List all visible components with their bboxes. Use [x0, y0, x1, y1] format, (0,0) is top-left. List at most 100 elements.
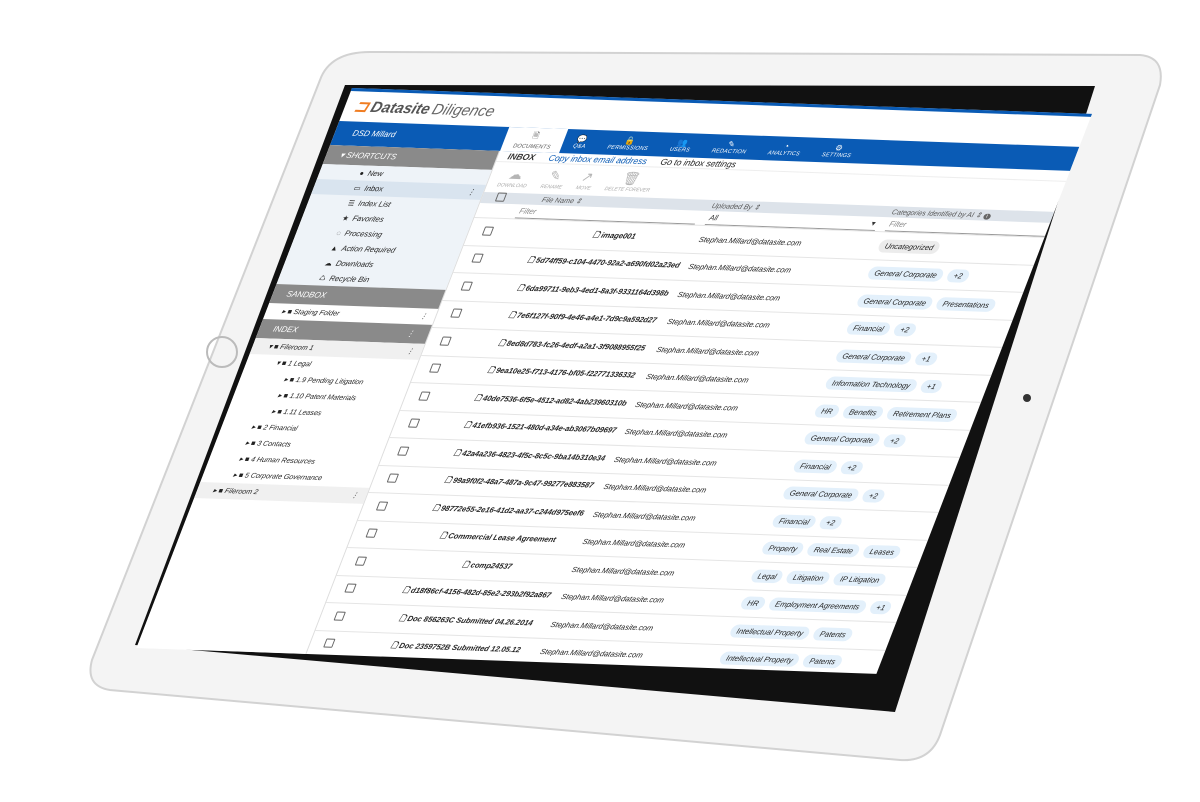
- uploaded-by: Stephan.Millard@datasite.com: [570, 564, 677, 578]
- row-checkbox[interactable]: [354, 556, 368, 566]
- file-name-cell[interactable]: 🗋 8ed8d783-fc26-4edf-a2a1-3f9088955f25: [464, 336, 659, 356]
- row-checkbox[interactable]: [481, 226, 495, 236]
- category-tag[interactable]: Intellectual Property: [728, 624, 812, 640]
- file-name-cell[interactable]: 🗋 Doc 2359752B Submitted 12.05.12: [348, 639, 543, 659]
- file-name-cell[interactable]: 🗋 5d74ff59-c104-4470-92a2-a690fd02a23ed: [496, 254, 691, 274]
- row-checkbox[interactable]: [386, 473, 399, 484]
- more-icon[interactable]: ⋮: [350, 491, 360, 499]
- more-icon[interactable]: ⋮: [405, 347, 415, 355]
- file-name-cell[interactable]: 🗋 6da99711-9eb3-4ed1-8a3f-9331164d398b: [485, 281, 680, 301]
- file-name[interactable]: 98772e55-2e16-41d2-aa37-c244d975eef6: [440, 503, 586, 517]
- tab-permissions[interactable]: 🔒 PERMISSIONS: [594, 130, 666, 156]
- category-tag[interactable]: IP Litigation: [831, 571, 888, 587]
- tab-settings[interactable]: ⚙ SETTINGS: [808, 138, 868, 164]
- file-name[interactable]: Doc 2359752B Submitted 12.05.12: [398, 641, 522, 654]
- row-checkbox[interactable]: [375, 501, 389, 511]
- category-tag[interactable]: Patents: [811, 626, 855, 642]
- category-tag[interactable]: +2: [838, 460, 865, 475]
- file-name[interactable]: 6da99711-9eb3-4ed1-8a3f-9331164d398b: [524, 283, 670, 297]
- file-name[interactable]: 5d74ff59-c104-4470-92a2-a690fd02a23ed: [534, 256, 681, 270]
- more-icon[interactable]: ⋮: [466, 187, 477, 196]
- delete-forever-button[interactable]: 🗑 DELETE FOREVER: [603, 170, 656, 194]
- category-tag[interactable]: General Corporate: [781, 486, 861, 503]
- select-cell: [393, 418, 437, 430]
- download-button[interactable]: ☁ DOWNLOAD: [496, 166, 534, 190]
- category-tag[interactable]: Benefits: [840, 405, 886, 420]
- file-name[interactable]: image001: [600, 230, 638, 240]
- category-tag[interactable]: Employment Agreements: [766, 597, 868, 614]
- category-tag[interactable]: Financial: [791, 459, 839, 474]
- select-all-checkbox[interactable]: [494, 192, 508, 202]
- category-tag[interactable]: Patents: [801, 654, 844, 669]
- move-button[interactable]: ↗ MOVE: [575, 169, 598, 191]
- row-checkbox[interactable]: [471, 253, 484, 264]
- category-tag[interactable]: General Corporate: [834, 349, 914, 365]
- row-checkbox[interactable]: [397, 446, 410, 456]
- rename-button[interactable]: ✎ RENAME: [539, 168, 569, 191]
- category-tag[interactable]: +2: [817, 515, 844, 530]
- category-tag[interactable]: Real Estate: [805, 543, 862, 558]
- file-name-cell[interactable]: 🗋 image001: [507, 226, 702, 246]
- category-tag[interactable]: Uncategorized: [876, 239, 943, 255]
- row-checkbox[interactable]: [460, 281, 474, 291]
- category-tag[interactable]: General Corporate: [855, 294, 935, 310]
- file-name-cell[interactable]: 🗋 99a9f0f2-48a7-487a-9c47-99277e883587: [411, 474, 606, 494]
- category-tag[interactable]: Legal: [749, 569, 785, 584]
- row-checkbox[interactable]: [322, 638, 336, 649]
- category-tag[interactable]: Intellectual Property: [717, 651, 802, 668]
- file-name-cell[interactable]: 🗋 9ea10e25-f713-4176-bf05-f22771336332: [454, 364, 649, 384]
- category-tag[interactable]: +2: [860, 489, 887, 504]
- category-tag[interactable]: +2: [881, 434, 908, 449]
- file-name-cell[interactable]: 🗋 41efb936-1521-480d-a34e-ab3067b09697: [433, 419, 628, 439]
- file-name-cell[interactable]: 🗋 40de7536-6f5e-4512-ad82-4ab23960310b: [443, 391, 638, 411]
- row-checkbox[interactable]: [428, 363, 442, 374]
- file-name-cell[interactable]: 🗋 Doc 856263C Submitted 04.26.2014: [358, 611, 553, 631]
- row-checkbox[interactable]: [365, 528, 378, 539]
- row-checkbox[interactable]: [439, 336, 452, 346]
- category-tag[interactable]: Litigation: [784, 570, 833, 585]
- category-tag[interactable]: HR: [813, 404, 841, 418]
- category-tag[interactable]: General Corporate: [866, 266, 946, 283]
- tab-analytics[interactable]: ◔ ANALYTICS: [754, 136, 817, 162]
- category-tag[interactable]: Leases: [861, 545, 903, 560]
- file-name-cell[interactable]: 🗋 d18f86cf-4156-482d-85e2-293b2f92a867: [369, 584, 564, 604]
- file-name[interactable]: 40de7536-6f5e-4512-ad82-4ab23960310b: [482, 393, 629, 407]
- category-tag[interactable]: Financial: [844, 321, 892, 337]
- file-name-cell[interactable]: 🗋 Commercial Lease Agreement: [390, 529, 585, 549]
- category-tag[interactable]: +2: [891, 323, 918, 337]
- category-tag[interactable]: +1: [867, 601, 894, 615]
- file-name[interactable]: 9ea10e25-f713-4176-bf05-f22771336332: [494, 366, 636, 380]
- category-tag[interactable]: Financial: [770, 514, 818, 529]
- tab-documents[interactable]: 🗎 DOCUMENTS: [500, 126, 569, 154]
- row-checkbox[interactable]: [333, 611, 347, 621]
- tab-redaction[interactable]: ✎ REDACTION: [698, 134, 763, 160]
- category-tag[interactable]: +1: [913, 351, 939, 366]
- file-name[interactable]: Doc 856263C Submitted 04.26.2014: [406, 614, 535, 627]
- category-tag[interactable]: +2: [945, 269, 971, 284]
- file-name[interactable]: 8ed8d783-fc26-4edf-a2a1-3f9088955f25: [506, 339, 647, 353]
- file-name[interactable]: d18f86cf-4156-482d-85e2-293b2f92a867: [409, 586, 552, 600]
- category-tag[interactable]: General Corporate: [802, 431, 882, 448]
- file-name-cell[interactable]: 🗋 98772e55-2e16-41d2-aa37-c244d975eef6: [401, 501, 596, 521]
- sidebar-item-label: Action Required: [340, 243, 398, 255]
- category-tag[interactable]: Property: [760, 541, 806, 556]
- file-name[interactable]: 41efb936-1521-480d-a34e-ab3067b09697: [471, 421, 618, 435]
- file-name[interactable]: comp24537: [469, 560, 513, 570]
- row-checkbox[interactable]: [407, 418, 421, 429]
- row-checkbox[interactable]: [418, 391, 431, 401]
- category-tag[interactable]: Presentations: [934, 296, 998, 312]
- row-checkbox[interactable]: [344, 583, 357, 594]
- category-tag[interactable]: HR: [739, 596, 767, 611]
- tab-label: DOCUMENTS: [511, 143, 552, 151]
- file-name[interactable]: 7e6f127f-90f9-4e46-a4e1-7d9c9a592d27: [515, 311, 658, 325]
- file-name[interactable]: Commercial Lease Agreement: [447, 532, 558, 545]
- category-tag[interactable]: +1: [918, 379, 944, 394]
- file-name-cell[interactable]: 🗋 comp24537: [380, 556, 575, 576]
- file-name-cell[interactable]: 🗋 42a4a236-4823-4f5c-8c5c-9ba14b310e34: [422, 446, 617, 466]
- file-name-cell[interactable]: 🗋 7e6f127f-90f9-4e46-a4e1-7d9c9a592d27: [475, 309, 670, 329]
- category-tag[interactable]: Retirement Plans: [885, 406, 960, 423]
- file-name[interactable]: 42a4a236-4823-4f5c-8c5c-9ba14b310e34: [461, 448, 607, 462]
- file-name[interactable]: 99a9f0f2-48a7-487a-9c47-99277e883587: [452, 476, 596, 490]
- row-checkbox[interactable]: [450, 308, 463, 319]
- category-tag[interactable]: Information Technology: [823, 376, 919, 393]
